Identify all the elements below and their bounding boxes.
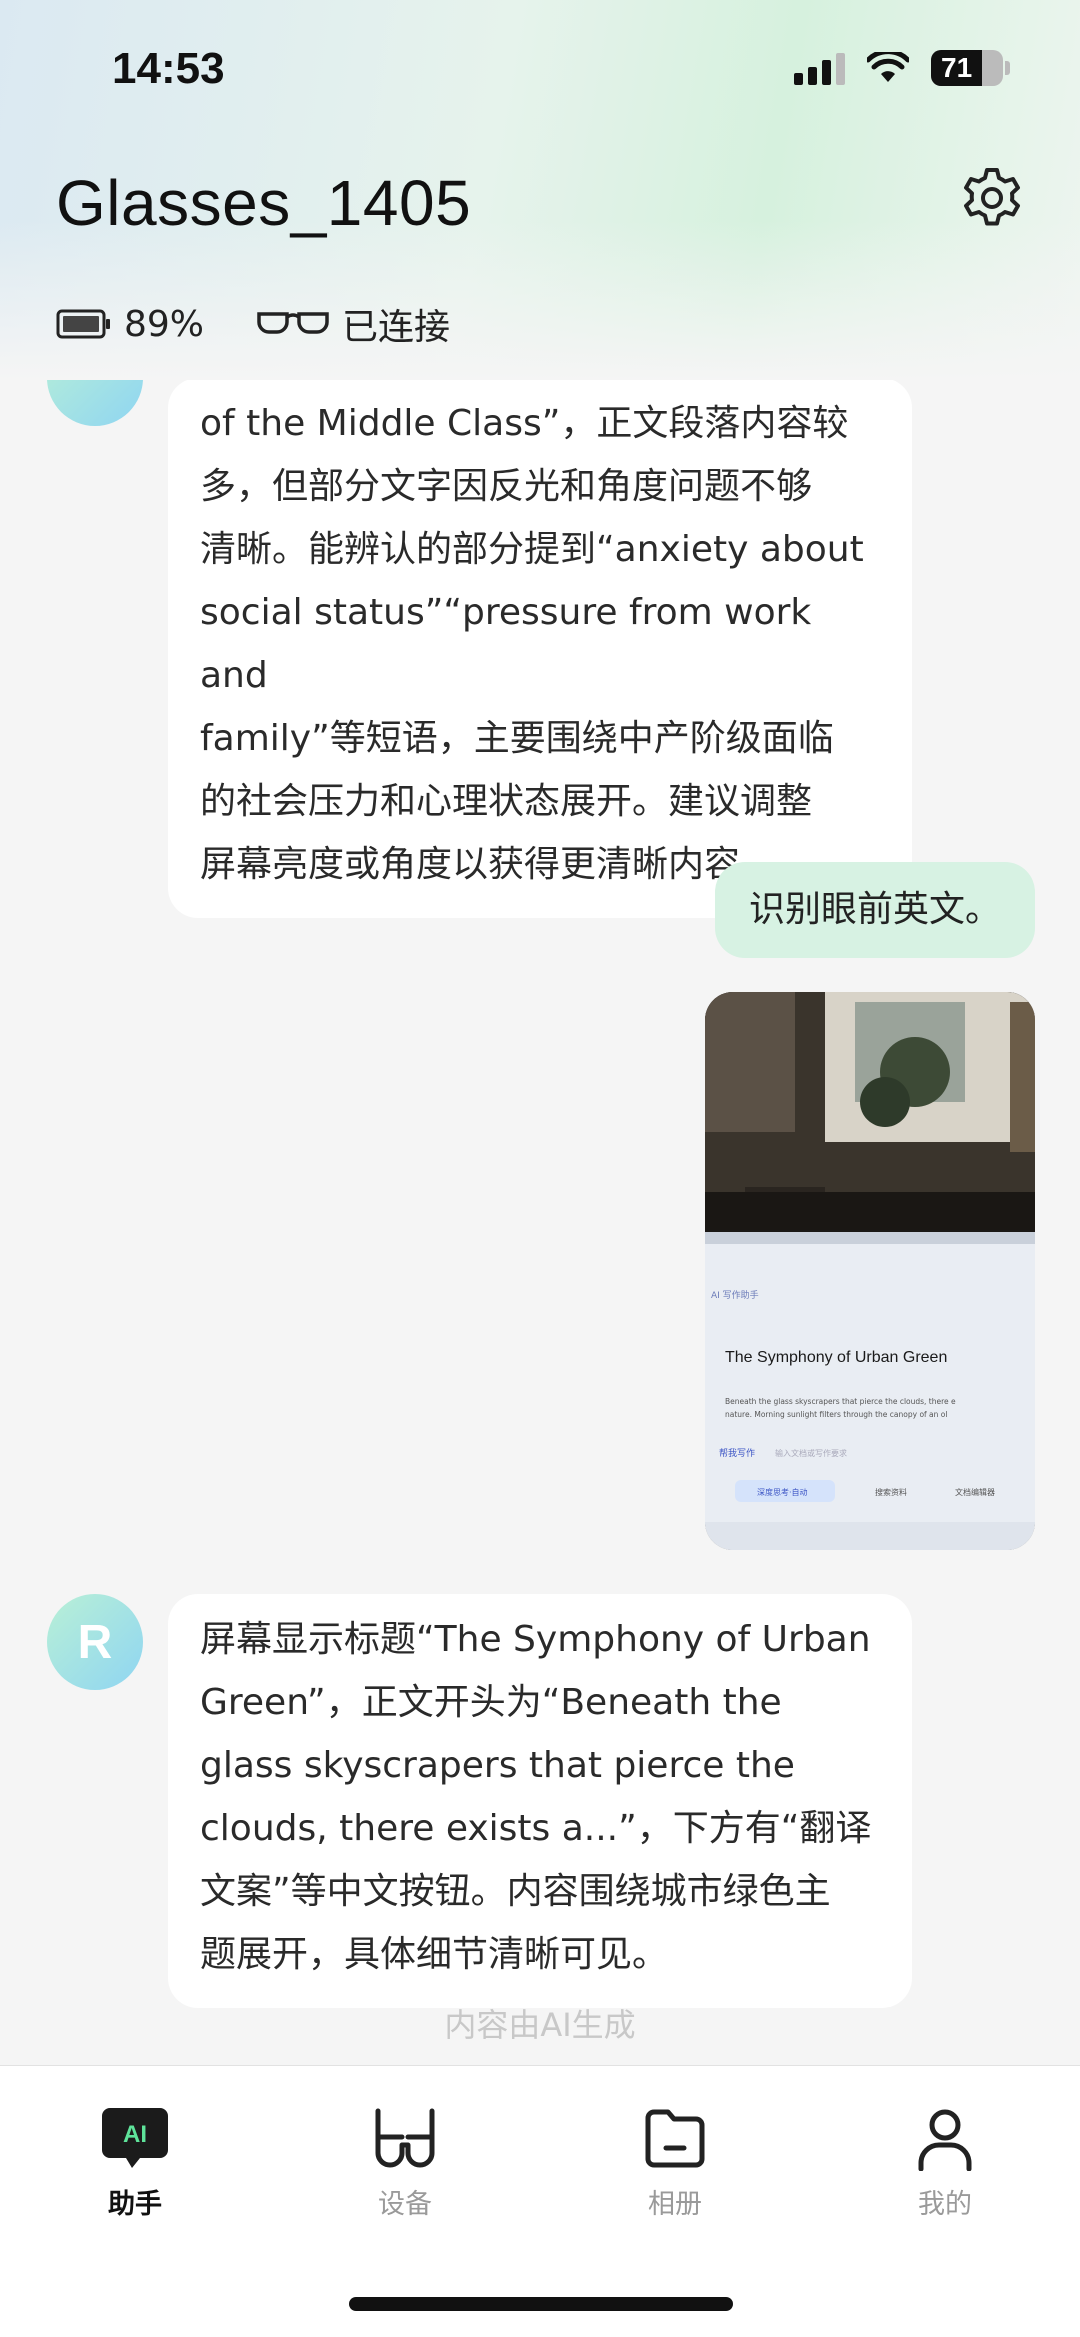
glasses-icon bbox=[257, 312, 329, 334]
photo-help-write: 帮我写作 bbox=[719, 1447, 755, 1459]
avatar-letter: R bbox=[77, 1615, 113, 1669]
device-status-row: 89% 已连接 bbox=[56, 298, 502, 350]
tab-label: 相册 bbox=[648, 2189, 702, 2220]
device-battery: 89% bbox=[56, 304, 204, 345]
connection-status: 已连接 bbox=[342, 307, 451, 348]
message-line: family”等短语，主要围绕中产阶级面临 bbox=[200, 718, 834, 759]
message-line: 屏幕显示标题“The Symphony of Urban bbox=[200, 1619, 871, 1660]
battery-level: 71 bbox=[941, 52, 973, 83]
tab-label: 我的 bbox=[918, 2189, 972, 2220]
device-battery-percent: 89% bbox=[124, 303, 205, 345]
status-time: 14:53 bbox=[112, 44, 225, 93]
home-indicator[interactable] bbox=[349, 2297, 733, 2311]
ai-assistant-icon: AI bbox=[100, 2106, 170, 2172]
status-icons: 71 bbox=[794, 50, 1010, 86]
settings-button[interactable] bbox=[960, 166, 1024, 230]
chat-scroll-area[interactable]: of the Middle Class”，正文段落内容较 多，但部分文字因反光和… bbox=[0, 380, 1080, 2040]
photo-body-line: nature. Morning sunlight filters through… bbox=[725, 1410, 947, 1419]
assistant-message[interactable]: 屏幕显示标题“The Symphony of Urban Green”，正文开头… bbox=[168, 1594, 912, 2008]
battery-indicator: 71 bbox=[931, 50, 1010, 86]
tab-assistant[interactable]: AI 助手 bbox=[65, 2106, 205, 2221]
message-line: social status”“pressure from work and bbox=[200, 592, 812, 696]
user-photo[interactable]: AI 写作助手 The Symphony of Urban Green Bene… bbox=[705, 992, 1035, 1550]
device-battery-icon bbox=[56, 309, 110, 339]
message-line: 清晰。能辨认的部分提到“anxiety about bbox=[200, 529, 864, 570]
assistant-avatar: R bbox=[47, 1594, 143, 1690]
photo-body-line: Beneath the glass skyscrapers that pierc… bbox=[725, 1397, 956, 1406]
photo-chip: 深度思考·自动 bbox=[757, 1487, 808, 1497]
photo-lang-tag: AI 写作助手 bbox=[711, 1289, 759, 1301]
message-line: of the Middle Class”，正文段落内容较 bbox=[200, 403, 849, 444]
assistant-avatar bbox=[47, 380, 143, 426]
gear-icon bbox=[964, 168, 1020, 226]
tab-device[interactable]: 设备 bbox=[335, 2106, 475, 2221]
photo-chip: 文档编辑器 bbox=[955, 1487, 995, 1497]
battery-icon: 71 bbox=[931, 50, 1003, 86]
photo-content: AI 写作助手 The Symphony of Urban Green Bene… bbox=[705, 992, 1035, 1550]
page-title: Glasses_1405 bbox=[56, 167, 472, 239]
tab-profile[interactable]: 我的 bbox=[875, 2106, 1015, 2221]
cellular-signal-icon bbox=[794, 51, 845, 85]
assistant-message[interactable]: of the Middle Class”，正文段落内容较 多，但部分文字因反光和… bbox=[168, 380, 912, 918]
tab-label: 助手 bbox=[108, 2189, 162, 2220]
message-line: glass skyscrapers that pierce the bbox=[200, 1745, 795, 1786]
photo-doc-title: The Symphony of Urban Green bbox=[725, 1349, 947, 1366]
svg-text:AI: AI bbox=[123, 2121, 147, 2148]
photo-placeholder: 输入文档或写作要求 bbox=[775, 1448, 847, 1458]
photo-chip: 搜索资料 bbox=[875, 1487, 907, 1497]
message-line: 文案”等中文按钮。内容围绕城市绿色主 bbox=[200, 1871, 831, 1912]
tab-album[interactable]: 相册 bbox=[605, 2106, 745, 2221]
profile-person-icon bbox=[910, 2106, 980, 2172]
glasses-device-icon bbox=[370, 2106, 440, 2172]
message-line: Green”，正文开头为“Beneath the bbox=[200, 1682, 782, 1723]
user-message-text: 识别眼前英文。 bbox=[748, 889, 1001, 930]
message-line: 题展开，具体细节清晰可见。 bbox=[200, 1934, 669, 1975]
album-folder-icon bbox=[640, 2106, 710, 2172]
user-message[interactable]: 识别眼前英文。 bbox=[714, 862, 1035, 958]
message-line: 的社会压力和心理状态展开。建议调整 bbox=[200, 781, 813, 822]
ai-generated-note: 内容由AI生成 bbox=[444, 2006, 636, 2040]
message-line: clouds, there exists a...”，下方有“翻译 bbox=[200, 1808, 872, 1849]
wifi-icon bbox=[867, 52, 909, 82]
tab-label: 设备 bbox=[378, 2189, 432, 2220]
message-line: 多，但部分文字因反光和角度问题不够 bbox=[200, 466, 813, 507]
device-connection: 已连接 bbox=[256, 298, 450, 350]
